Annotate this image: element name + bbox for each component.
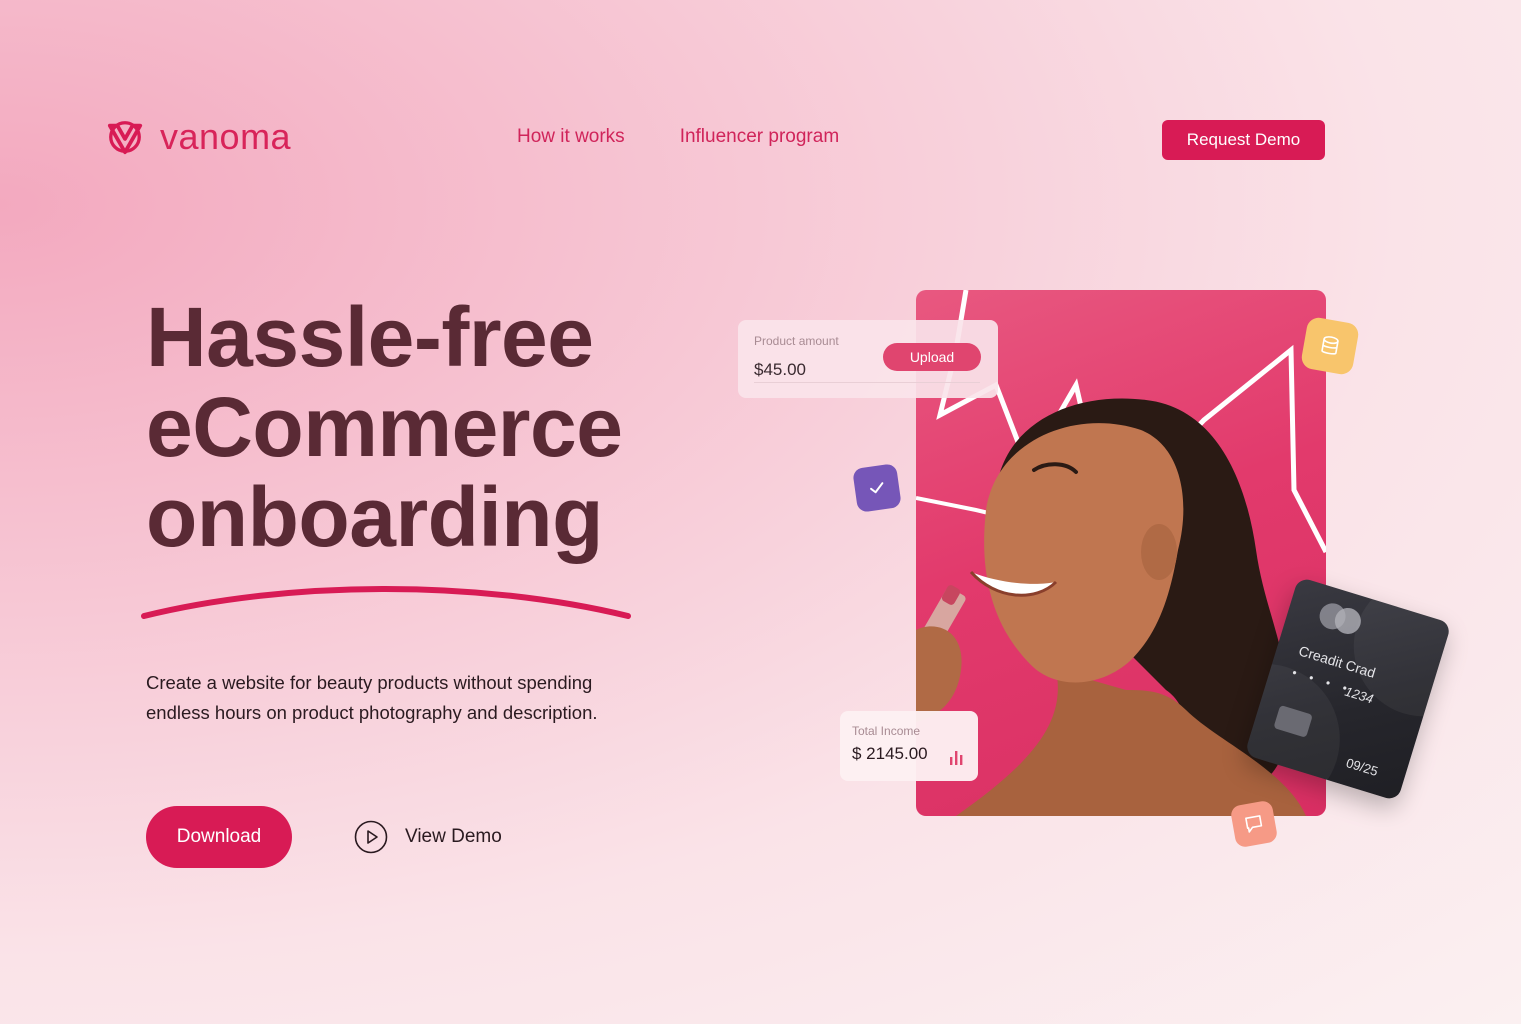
headline-underline bbox=[141, 586, 631, 619]
nav-link-influencer-program[interactable]: Influencer program bbox=[680, 126, 839, 148]
brand-name: vanoma bbox=[160, 116, 292, 157]
total-income-value: $ 2145.00 bbox=[852, 744, 928, 763]
view-demo-button[interactable]: View Demo bbox=[354, 820, 502, 854]
download-button[interactable]: Download bbox=[146, 806, 292, 868]
chat-icon bbox=[1245, 815, 1263, 833]
coins-icon bbox=[1321, 336, 1339, 355]
coins-badge bbox=[1299, 315, 1361, 377]
chat-badge bbox=[1229, 799, 1279, 849]
total-income-card: Total Income $ 2145.00 bbox=[840, 711, 978, 781]
upload-button[interactable]: Upload bbox=[883, 343, 981, 371]
product-amount-value: $45.00 bbox=[754, 360, 806, 379]
main-nav: How it works Influencer program bbox=[517, 126, 839, 148]
bar-chart-icon bbox=[950, 751, 963, 765]
vanoma-logo-icon bbox=[107, 121, 143, 155]
card-expiry: 09/25 bbox=[1344, 755, 1380, 779]
hero-headline: Hassle-free eCommerce onboarding bbox=[146, 290, 623, 564]
check-icon bbox=[870, 482, 884, 494]
total-income-label: Total Income bbox=[852, 724, 921, 738]
brand-logo[interactable]: vanoma bbox=[106, 116, 291, 158]
product-amount-card: Product amount $45.00 Upload bbox=[738, 320, 998, 398]
headline-line-1: Hassle-free bbox=[146, 290, 594, 384]
play-circle-icon bbox=[354, 820, 388, 854]
headline-line-2: eCommerce bbox=[146, 380, 623, 474]
hero-description: Create a website for beauty products wit… bbox=[146, 672, 598, 723]
headline-line-3: onboarding bbox=[146, 470, 603, 564]
card-decor-circle bbox=[1336, 576, 1452, 734]
product-amount-underline bbox=[754, 382, 980, 383]
request-demo-button[interactable]: Request Demo bbox=[1162, 120, 1325, 160]
view-demo-label: View Demo bbox=[405, 826, 502, 847]
landing-page: vanoma How it works Influencer program R… bbox=[0, 0, 1521, 1024]
nav-link-how-it-works[interactable]: How it works bbox=[517, 126, 625, 148]
card-network-logo bbox=[1319, 603, 1361, 634]
check-badge bbox=[852, 463, 902, 513]
